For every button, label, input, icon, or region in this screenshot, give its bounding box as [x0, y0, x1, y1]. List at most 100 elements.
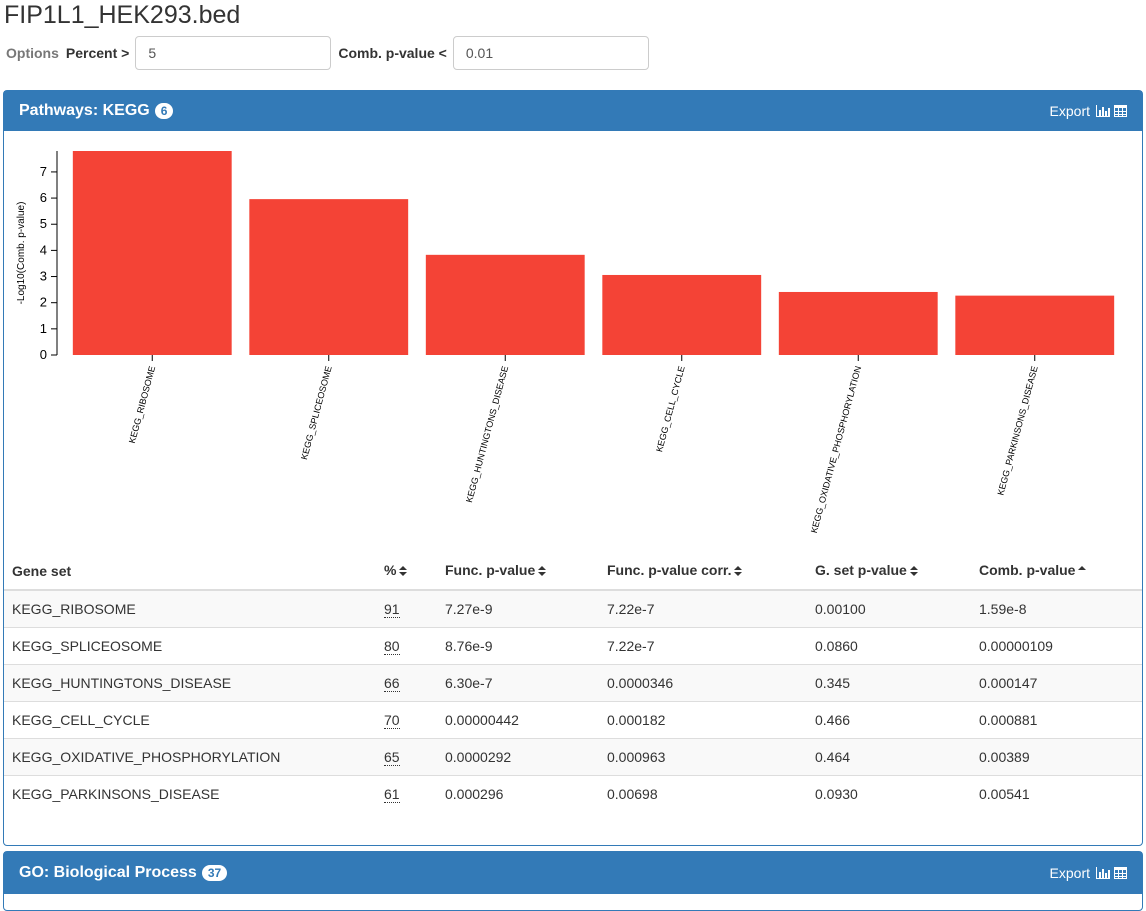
cell-gene-set: KEGG_SPLICEOSOME: [4, 627, 376, 665]
cell-func-pvalue-corr: 0.00698: [599, 775, 807, 812]
col-header-percent[interactable]: %: [376, 553, 437, 591]
y-tick-label: 7: [40, 164, 47, 179]
cell-gene-set-text: KEGG_CELL_CYCLE: [12, 712, 150, 728]
cell-func-pvalue-text: 8.76e-9: [445, 638, 493, 654]
cell-func-pvalue-corr: 0.000963: [599, 738, 807, 776]
y-tick-label: 2: [40, 295, 47, 310]
cell-comb-pvalue-text: 1.59e-8: [979, 601, 1027, 617]
kegg-bar-chart: 0 1 2 3 4 5 6 7 -Log10(Comb. p-value) KEGG_RIBOSO…: [16, 151, 1115, 534]
kegg-panel: Pathways: KEGG 6 Export 0123456 7 -Log10…: [3, 90, 1143, 846]
table-row: KEGG_RIBOSOME 91 7.27e-9 7.22e-7 0.00100 1.59…: [4, 589, 1142, 628]
col-header-func-pvalue[interactable]: Func. p-value: [437, 553, 599, 591]
go-panel: GO: Biological Process 37 Export: [3, 851, 1143, 911]
kegg-panel-title[interactable]: Pathways: KEGG 6: [19, 102, 174, 120]
table-row: KEGG_OXIDATIVE_PHOSPHORYLATION 65 0.000029…: [4, 738, 1142, 776]
x-tick-label: KEGG_OXIDATIVE_PHOSPHORYLATION: [809, 365, 863, 534]
table-row: KEGG_CELL_CYCLE 70 0.00000442 0.000182 0.466…: [4, 701, 1142, 739]
bar-kegg-ribosome[interactable]: [72, 151, 232, 355]
y-tick-label: 6: [40, 190, 47, 205]
col-header-gene-set[interactable]: Gene set: [4, 553, 376, 591]
go-panel-title[interactable]: GO: Biological Process 37: [19, 864, 228, 882]
cell-comb-pvalue: 0.00389: [971, 738, 1142, 776]
bar-kegg-huntingtons-disease[interactable]: [425, 254, 585, 355]
cell-gene-set: KEGG_PARKINSONS_DISEASE: [4, 775, 376, 812]
bar-chart-icon: [1096, 867, 1110, 879]
percent-value[interactable]: 91: [384, 601, 400, 618]
cell-gene-set-text: KEGG_OXIDATIVE_PHOSPHORYLATION: [12, 749, 281, 765]
table-icon: [1114, 105, 1127, 117]
bar-kegg-cell-cycle[interactable]: [602, 274, 762, 355]
kegg-export-button[interactable]: Export: [1050, 103, 1127, 119]
cell-gene-set: KEGG_HUNTINGTONS_DISEASE: [4, 664, 376, 702]
kegg-export-label: Export: [1049, 103, 1090, 119]
cell-comb-pvalue: 0.00000109: [971, 627, 1142, 665]
col-header-func-pvalue-corr[interactable]: Func. p-value corr.: [599, 553, 807, 591]
kegg-panel-title-text: Pathways: KEGG: [19, 102, 150, 119]
y-tick-label: 0: [40, 347, 47, 362]
cell-gset-pvalue: 0.464: [807, 738, 971, 776]
table-header-row: Gene set % Func. p-value Func. p-value c…: [4, 553, 1142, 591]
cell-gset-pvalue-text: 0.0860: [815, 638, 858, 654]
cell-func-pvalue-corr: 0.000182: [599, 701, 807, 739]
cell-func-pvalue: 0.00000442: [437, 701, 599, 739]
cell-percent: 91: [376, 589, 437, 628]
cell-comb-pvalue: 0.000881: [971, 701, 1142, 739]
cell-func-pvalue-corr-text: 7.22e-7: [607, 601, 655, 617]
y-tick-label: 1: [40, 321, 47, 336]
x-tick-label: KEGG_PARKINSONS_DISEASE: [995, 365, 1039, 496]
options-row: Options Percent > Comb. p-value <: [6, 36, 649, 70]
cell-comb-pvalue-text: 0.000147: [979, 675, 1038, 691]
table-row: KEGG_SPLICEOSOME 80 8.76e-9 7.22e-7 0.0860 0.…: [4, 627, 1142, 665]
percent-value[interactable]: 80: [384, 638, 400, 655]
cell-percent: 80: [376, 627, 437, 665]
cell-gene-set: KEGG_RIBOSOME: [4, 589, 376, 628]
cell-func-pvalue-corr-text: 0.00698: [607, 786, 658, 802]
sort-both-icon: [538, 564, 547, 580]
y-tick-label: 3: [40, 269, 47, 284]
cell-func-pvalue-corr: 0.0000346: [599, 664, 807, 702]
cell-gset-pvalue-text: 0.466: [815, 712, 851, 728]
cell-func-pvalue-corr-text: 0.000963: [607, 749, 666, 765]
cell-func-pvalue: 7.27e-9: [437, 589, 599, 628]
cell-comb-pvalue: 0.000147: [971, 664, 1142, 702]
y-tick-label: 5: [40, 216, 47, 231]
bar-kegg-oxidative-phosphorylation[interactable]: [778, 291, 938, 355]
cell-gene-set-text: KEGG_HUNTINGTONS_DISEASE: [12, 675, 232, 691]
cell-comb-pvalue: 0.00541: [971, 775, 1142, 812]
percent-value[interactable]: 66: [384, 675, 400, 692]
go-panel-title-text: GO: Biological Process: [19, 864, 197, 881]
cell-func-pvalue-text: 0.000296: [445, 786, 504, 802]
cell-gset-pvalue-text: 0.345: [815, 675, 851, 691]
percent-label: Percent >: [65, 45, 130, 61]
cell-func-pvalue-text: 7.27e-9: [445, 601, 493, 617]
cell-func-pvalue: 0.000296: [437, 775, 599, 812]
percent-value[interactable]: 65: [384, 749, 400, 766]
sort-up-icon: [1078, 564, 1087, 580]
percent-value[interactable]: 70: [384, 712, 400, 729]
cell-gset-pvalue: 0.466: [807, 701, 971, 739]
go-export-button[interactable]: Export: [1050, 865, 1127, 881]
go-panel-heading: GO: Biological Process 37 Export: [4, 852, 1142, 894]
cell-gene-set: KEGG_OXIDATIVE_PHOSPHORYLATION: [4, 738, 376, 776]
cell-gset-pvalue-text: 0.0930: [815, 786, 858, 802]
cell-percent: 66: [376, 664, 437, 702]
percent-input[interactable]: [135, 36, 332, 70]
cell-percent: 65: [376, 738, 437, 776]
percent-value[interactable]: 61: [384, 786, 400, 803]
cell-comb-pvalue-text: 0.00389: [979, 749, 1030, 765]
col-header-gset-pvalue[interactable]: G. set p-value: [807, 553, 971, 591]
cell-func-pvalue: 6.30e-7: [437, 664, 599, 702]
cell-percent: 70: [376, 701, 437, 739]
cell-gset-pvalue-text: 0.464: [815, 749, 851, 765]
cell-gene-set-text: KEGG_RIBOSOME: [12, 601, 136, 617]
sort-both-icon: [734, 564, 743, 580]
cell-func-pvalue: 8.76e-9: [437, 627, 599, 665]
y-axis-label: -Log10(Comb. p-value): [16, 202, 27, 305]
pvalue-input[interactable]: [452, 36, 649, 70]
table-row: KEGG_HUNTINGTONS_DISEASE 66 6.30e-7 0.00003…: [4, 664, 1142, 702]
x-tick-label: KEGG_SPLICEOSOME: [299, 365, 334, 461]
bar-kegg-spliceosome[interactable]: [249, 199, 409, 355]
col-header-comb-pvalue[interactable]: Comb. p-value: [971, 553, 1142, 591]
bar-chart-icon: [1096, 105, 1110, 117]
bar-kegg-parkinsons-disease[interactable]: [955, 295, 1115, 355]
